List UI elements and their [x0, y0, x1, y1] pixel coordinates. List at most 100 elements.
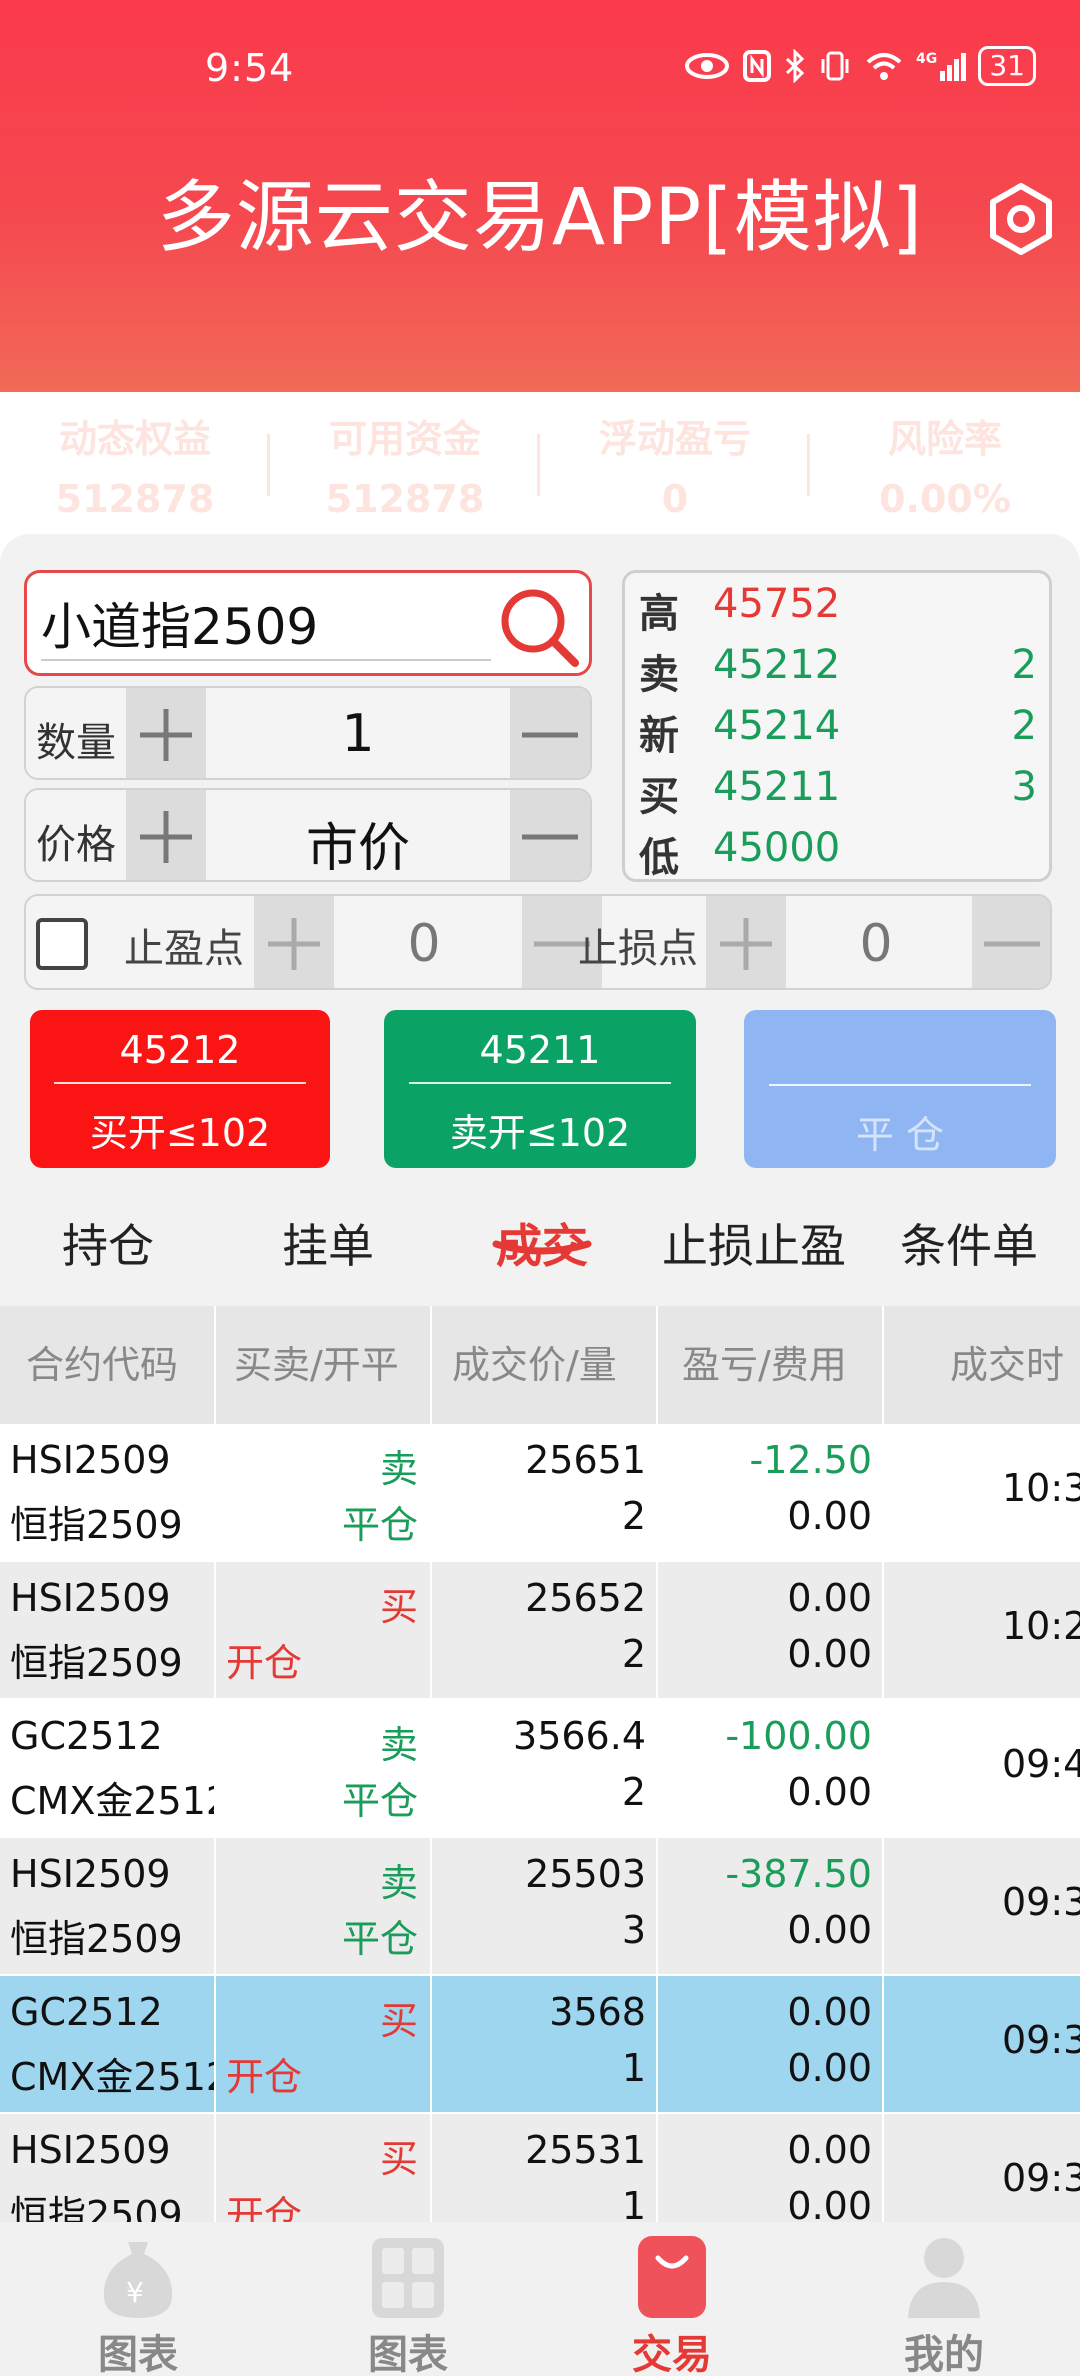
- contract-code: HSI2509: [10, 1576, 171, 1620]
- table-row[interactable]: GC2512 CMX金2512 卖平仓 3566.4 2 -100.00 0.00 09:4: [0, 1700, 1080, 1838]
- header-pnl-fee: 盈亏/费用: [658, 1306, 884, 1424]
- quote-label: 高: [639, 591, 679, 637]
- nav-chart-2[interactable]: 图表: [298, 2222, 518, 2376]
- cell-contract: HSI2509 恒指2509: [0, 1424, 216, 1562]
- quote-row-ask: 卖 45212 2: [625, 636, 1049, 698]
- quote-label: 低: [639, 835, 679, 881]
- cell-price-qty: 25652 2: [432, 1562, 658, 1700]
- buy-price: 45212: [119, 1028, 241, 1072]
- nav-chart-1[interactable]: ¥ 图表: [28, 2222, 248, 2376]
- stat-value: 0.00%: [879, 477, 1011, 521]
- stop-profit-value[interactable]: 0: [344, 914, 504, 974]
- cell-contract: HSI2509 恒指2509: [0, 1838, 216, 1976]
- stop-profit-plus-button[interactable]: [254, 896, 334, 988]
- quote-label: 卖: [639, 652, 679, 698]
- table-row[interactable]: HSI2509 恒指2509 卖平仓 25651 2 -12.50 0.00 10:3: [0, 1424, 1080, 1562]
- close-position-button[interactable]: 平 仓: [744, 1010, 1056, 1168]
- contract-code: HSI2509: [10, 2128, 171, 2172]
- stop-loss-minus-button[interactable]: [972, 896, 1050, 988]
- settings-icon[interactable]: [984, 182, 1058, 256]
- nav-label: 我的: [904, 2332, 984, 2376]
- quote-volume: 3: [1011, 764, 1037, 810]
- cell-contract: GC2512 CMX金2512: [0, 1700, 216, 1838]
- stop-profit-label: 止盈点: [124, 926, 244, 972]
- trade-qty: 2: [621, 1632, 646, 1676]
- stop-settings-row: 止盈点 0 止损点 0: [24, 894, 1052, 990]
- status-icons: 4G 31: [684, 46, 1036, 86]
- plus-icon: [720, 918, 772, 970]
- cell-time: 10:2: [884, 1562, 1080, 1700]
- cell-pnl-fee: 0.00 0.00: [658, 1562, 884, 1700]
- cell-price-qty: 3568 1: [432, 1976, 658, 2114]
- nav-label: 图表: [368, 2332, 448, 2376]
- bluetooth-icon: [786, 49, 805, 83]
- table-row[interactable]: HSI2509 恒指2509 买开仓 25531 1 0.00 0.00 09:3: [0, 2114, 1080, 2222]
- trade-time: 09:3: [1002, 2156, 1080, 2200]
- input-underline: [41, 659, 491, 661]
- quote-price: 45752: [713, 581, 841, 627]
- price-minus-button[interactable]: [510, 790, 590, 880]
- trade-time: 09:3: [1002, 1880, 1080, 1924]
- grid-icon: [372, 2238, 444, 2318]
- header-contract: 合约代码: [0, 1306, 216, 1424]
- trade-price: 25503: [525, 1852, 646, 1896]
- cell-price-qty: 25503 3: [432, 1838, 658, 1976]
- minus-icon: [522, 834, 578, 840]
- quote-price: 45000: [713, 825, 841, 871]
- nav-label: 交易: [632, 2332, 712, 2376]
- cell-time: 09:4: [884, 1700, 1080, 1838]
- nav-profile[interactable]: 我的: [834, 2222, 1054, 2376]
- quote-row-bid: 买 45211 3: [625, 758, 1049, 820]
- table-row[interactable]: GC2512 CMX金2512 买开仓 3568 1 0.00 0.00 09:3: [0, 1976, 1080, 2114]
- tab-stop-loss-profit[interactable]: 止损止盈: [662, 1210, 846, 1276]
- quote-volume: 2: [1011, 642, 1037, 688]
- trade-pnl: -387.50: [725, 1852, 872, 1896]
- stat-label: 动态权益: [58, 417, 211, 461]
- tab-positions[interactable]: 持仓: [62, 1210, 154, 1276]
- cell-side: 买开仓: [216, 2114, 432, 2222]
- symbol-input[interactable]: 小道指2509: [41, 587, 318, 659]
- trade-fee: 0.00: [787, 2046, 872, 2090]
- quantity-minus-button[interactable]: [510, 688, 590, 778]
- svg-text:¥: ¥: [126, 2276, 144, 2309]
- stat-value: 0: [661, 477, 689, 521]
- trade-qty: 1: [621, 2184, 646, 2222]
- stop-loss-value[interactable]: 0: [796, 914, 956, 974]
- cell-pnl-fee: -387.50 0.00: [658, 1838, 884, 1976]
- stat-value: 512878: [55, 477, 215, 521]
- signal-icon: 4G: [916, 51, 967, 81]
- table-row[interactable]: HSI2509 恒指2509 卖平仓 25503 3 -387.50 0.00 09:3: [0, 1838, 1080, 1976]
- sell-open-button[interactable]: 45211 卖开≤102: [384, 1010, 696, 1168]
- order-panel: 小道指2509 数量 1 价格 市价 高 45752 卖 45212 2 新 45214…: [0, 534, 1080, 1310]
- search-icon[interactable]: [491, 579, 585, 673]
- buy-open-button[interactable]: 45212 买开≤102: [30, 1010, 330, 1168]
- tab-pending-orders[interactable]: 挂单: [282, 1210, 374, 1276]
- contract-code: HSI2509: [10, 1852, 171, 1896]
- trade-price: 25652: [525, 1576, 646, 1620]
- trade-fee: 0.00: [787, 1908, 872, 1952]
- quantity-value[interactable]: 1: [206, 704, 510, 764]
- quantity-label: 数量: [36, 720, 116, 766]
- table-row[interactable]: HSI2509 恒指2509 买开仓 25652 2 0.00 0.00 10:2: [0, 1562, 1080, 1700]
- eye-icon: [685, 53, 730, 79]
- trade-fee: 0.00: [787, 1632, 872, 1676]
- plus-icon: [268, 918, 320, 970]
- header-time: 成交时: [950, 1343, 1065, 1387]
- tab-conditional-orders[interactable]: 条件单: [900, 1210, 1038, 1276]
- stat-risk-rate: 风险率 0.00%: [810, 390, 1080, 540]
- stop-loss-plus-button[interactable]: [706, 896, 786, 988]
- cell-pnl-fee: -12.50 0.00: [658, 1424, 884, 1562]
- quantity-plus-button[interactable]: [126, 688, 206, 778]
- trade-side: 卖: [379, 1447, 418, 1491]
- quote-volume: 2: [1011, 703, 1037, 749]
- cell-side: 卖平仓: [216, 1700, 432, 1838]
- price-value[interactable]: 市价: [206, 806, 510, 880]
- wifi-icon: [867, 53, 902, 80]
- stop-enable-checkbox[interactable]: [36, 918, 88, 970]
- symbol-search[interactable]: 小道指2509: [24, 570, 592, 676]
- header-side: 买卖/开平: [216, 1306, 432, 1424]
- trade-price: 3566.4: [513, 1714, 646, 1758]
- nav-trade[interactable]: 交易: [562, 2222, 782, 2376]
- contract-name: 恒指2509: [10, 1641, 183, 1685]
- price-plus-button[interactable]: [126, 790, 206, 880]
